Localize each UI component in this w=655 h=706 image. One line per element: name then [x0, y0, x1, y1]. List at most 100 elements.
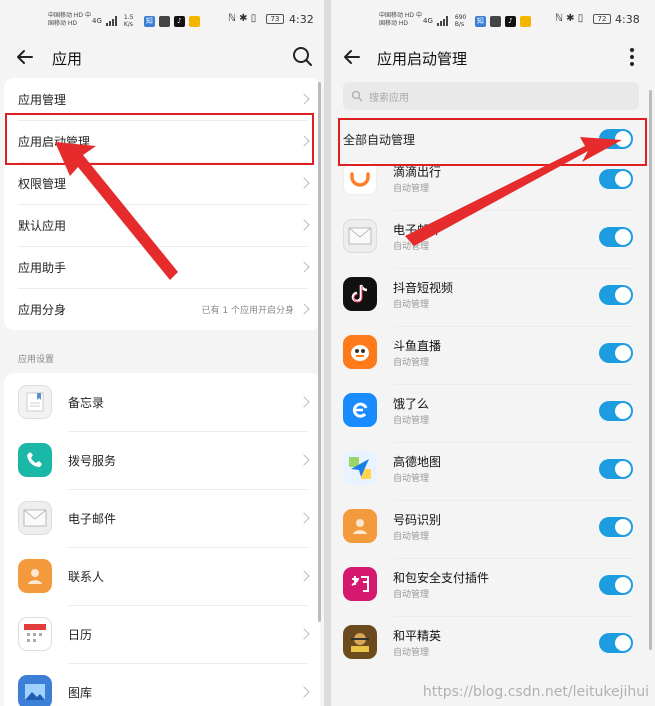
chevron-right-icon: [298, 628, 310, 640]
battery-icon: 73: [266, 14, 284, 24]
chevron-right-icon: [298, 686, 310, 698]
chat-icon: [489, 15, 501, 27]
chevron-right-icon: [298, 177, 310, 189]
app-item-callerid[interactable]: 号码识别 自动管理: [331, 500, 655, 558]
signal-icon: [436, 16, 451, 26]
app-item-tiktok[interactable]: 抖音短视频 自动管理: [331, 268, 655, 326]
watermark: https://blog.csdn.net/leitukejihui: [422, 684, 649, 700]
scrollbar[interactable]: [318, 82, 321, 622]
nfc-bt-vibrate-icons: ℕ ✱ ▯: [555, 13, 584, 24]
app-settings-list: 备忘录 拨号服务 电子邮件 联系人 日历 图库: [4, 373, 320, 706]
chevron-right-icon: [298, 261, 310, 273]
app-row-contacts[interactable]: 联系人: [4, 547, 320, 605]
chevron-right-icon: [298, 219, 310, 231]
app-toggle[interactable]: [599, 169, 633, 189]
app-item-amap[interactable]: 高德地图 自动管理: [331, 442, 655, 500]
app-item-email[interactable]: 电子邮件 自动管理: [331, 210, 655, 268]
left-screen: 中国移动 HD 中国移动 HD 4G 1.5 K/s 知 ♪ ℕ ✱ ▯ 73 …: [0, 0, 324, 706]
search-icon[interactable]: [290, 44, 316, 70]
phone-icon: [18, 443, 52, 477]
right-screen: 中国移动 HD 中国移动 HD 4G 690 B/s 知 ♪ ℕ ✱ ▯ 72 …: [331, 0, 655, 706]
signal-icon: [105, 16, 120, 26]
carrier-label: 中国移动 HD 中国移动 HD: [48, 12, 91, 27]
menu-app-manager[interactable]: 应用管理: [4, 78, 320, 120]
app-toggle[interactable]: [599, 285, 633, 305]
gallery-icon: [18, 675, 52, 706]
chevron-right-icon: [298, 570, 310, 582]
chevron-right-icon: [298, 135, 310, 147]
auto-manage-all-toggle[interactable]: [599, 129, 633, 149]
network-type: 4G: [92, 17, 102, 25]
tiktok-notify-icon: ♪: [504, 15, 516, 27]
eleme-icon: [343, 393, 377, 427]
app-row-calendar[interactable]: 日历: [4, 605, 320, 663]
app-launch-list: 滴滴出行 自动管理 电子邮件 自动管理 抖音短视频 自动管理 斗鱼直播 自动管理 饿了么…: [331, 152, 655, 674]
menu-default-apps[interactable]: 默认应用: [4, 204, 320, 246]
chevron-right-icon: [298, 303, 310, 315]
battery-icon: 72: [593, 14, 611, 24]
menu-app-twin[interactable]: 应用分身 已有 1 个应用开启分身: [4, 288, 320, 330]
app-notify-icon: 知: [143, 15, 155, 27]
menu-app-launch[interactable]: 应用启动管理: [4, 120, 320, 162]
chevron-right-icon: [298, 512, 310, 524]
app-bar: 应用: [0, 38, 324, 76]
settings-menu: 应用管理 应用启动管理 权限管理 默认应用 应用助手 应用分身 已有 1 个应用开…: [4, 78, 320, 330]
chevron-right-icon: [298, 454, 310, 466]
clock: 4:32: [289, 13, 314, 26]
status-bar: 中国移动 HD 中国移动 HD 4G 690 B/s 知 ♪ ℕ ✱ ▯ 72 …: [331, 0, 655, 38]
pubg-icon: [343, 625, 377, 659]
back-arrow-icon[interactable]: [12, 44, 38, 70]
tiktok-notify-icon: ♪: [173, 15, 185, 27]
app-item-didi[interactable]: 滴滴出行 自动管理: [331, 152, 655, 210]
app-toggle[interactable]: [599, 343, 633, 363]
auto-manage-all-label: 全部自动管理: [343, 132, 416, 147]
network-type: 4G: [423, 17, 433, 25]
app-toggle[interactable]: [599, 227, 633, 247]
status-bar: 中国移动 HD 中国移动 HD 4G 1.5 K/s 知 ♪ ℕ ✱ ▯ 73 …: [0, 0, 324, 38]
app-bar: 应用启动管理: [331, 38, 655, 76]
net-speed: 690 B/s: [454, 14, 467, 28]
net-speed: 1.5 K/s: [123, 14, 134, 28]
app-row-email[interactable]: 电子邮件: [4, 489, 320, 547]
didi-icon: [343, 161, 377, 195]
mail-icon: [18, 501, 52, 535]
app-toggle[interactable]: [599, 401, 633, 421]
amap-icon: [343, 451, 377, 485]
douyu-icon: [343, 335, 377, 369]
page-title: 应用: [52, 50, 83, 68]
callerid-icon: [343, 509, 377, 543]
menu-app-assistant[interactable]: 应用助手: [4, 246, 320, 288]
app-toggle[interactable]: [599, 633, 633, 653]
contacts-icon: [18, 559, 52, 593]
app-item-hebao[interactable]: 和包安全支付插件 自动管理: [331, 558, 655, 616]
search-input[interactable]: 搜索应用: [343, 82, 639, 110]
scrollbar[interactable]: [649, 90, 652, 650]
mail-icon: [343, 219, 377, 253]
app-row-memo[interactable]: 备忘录: [4, 373, 320, 431]
page-title: 应用启动管理: [377, 50, 468, 68]
mail-notify-icon: [519, 15, 531, 27]
mail-notify-icon: [188, 15, 200, 27]
chevron-right-icon: [298, 93, 310, 105]
memo-icon: [18, 385, 52, 419]
app-item-eleme[interactable]: 饿了么 自动管理: [331, 384, 655, 442]
search-icon: [351, 90, 363, 102]
carrier-label: 中国移动 HD 中国移动 HD: [379, 12, 422, 27]
tiktok-icon: [343, 277, 377, 311]
app-item-douyu[interactable]: 斗鱼直播 自动管理: [331, 326, 655, 384]
nfc-bt-vibrate-icons: ℕ ✱ ▯: [228, 13, 257, 24]
app-item-pubg[interactable]: 和平精英 自动管理: [331, 616, 655, 674]
search-placeholder: 搜索应用: [369, 92, 409, 104]
app-toggle[interactable]: [599, 575, 633, 595]
app-row-gallery[interactable]: 图库: [4, 663, 320, 706]
hebao-icon: [343, 567, 377, 601]
section-title: 应用设置: [18, 355, 55, 365]
app-row-dialer[interactable]: 拨号服务: [4, 431, 320, 489]
clock: 4:38: [615, 13, 640, 26]
more-options-icon[interactable]: [619, 44, 645, 70]
app-toggle[interactable]: [599, 459, 633, 479]
chat-icon: [158, 15, 170, 27]
app-toggle[interactable]: [599, 517, 633, 537]
back-arrow-icon[interactable]: [339, 44, 365, 70]
menu-permissions[interactable]: 权限管理: [4, 162, 320, 204]
